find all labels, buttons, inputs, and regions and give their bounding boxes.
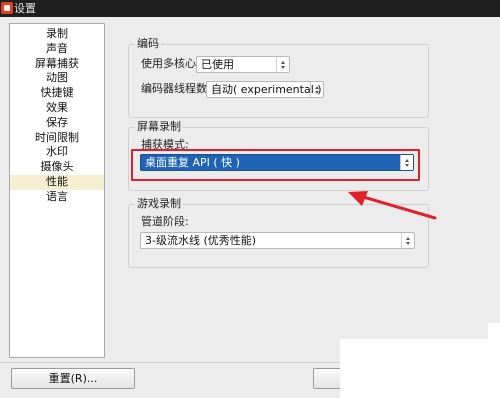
encoder-threads-value: 自动( experimental ) [211,83,322,96]
encoder-threads-select[interactable]: 自动( experimental ) [206,81,324,98]
chevron-updown-icon [401,233,414,248]
multicore-value: 已使用 [201,58,234,71]
sidebar-item-record[interactable]: 录制 [10,27,104,42]
sidebar-item-webcam[interactable]: 摄像头 [10,160,104,175]
sidebar-item-watermark[interactable]: 水印 [10,145,104,160]
sidebar-item-time-limit[interactable]: 时间限制 [10,131,104,146]
screen-recording-group-title: 屏幕录制 [135,120,183,134]
background-corner [488,323,500,339]
chevron-updown-icon [310,82,323,97]
pipeline-stage-select[interactable]: 3-级流水线 (优秀性能) [140,232,415,249]
window-title: 设置 [14,2,36,15]
chevron-updown-icon [276,57,289,72]
capture-mode-highlight-box [131,149,420,181]
sidebar-item-performance[interactable]: 性能 [10,174,104,190]
app-icon [1,2,13,14]
annotation-arrow-icon [348,191,437,220]
encoder-threads-label: 编码器线程数: [141,82,211,95]
sidebar-item-language[interactable]: 语言 [10,190,104,205]
sidebar-item-effects[interactable]: 效果 [10,101,104,116]
reset-button[interactable]: 重置(R)... [11,368,135,389]
encoding-group-title: 编码 [135,37,161,51]
background-corner [340,339,500,398]
sidebar-item-screen-capture[interactable]: 屏幕捕获 [10,57,104,72]
multicore-label: 使用多核心: [141,57,200,70]
sidebar-item-audio[interactable]: 声音 [10,42,104,57]
title-bar: 设置 [0,0,500,17]
pipeline-stage-label: 管道阶段: [141,215,189,228]
multicore-select[interactable]: 已使用 [196,56,290,73]
sidebar-item-save[interactable]: 保存 [10,116,104,131]
sidebar-item-gif[interactable]: 动图 [10,71,104,86]
game-recording-group-title: 游戏录制 [135,197,183,211]
sidebar-item-hotkeys[interactable]: 快捷键 [10,86,104,101]
settings-category-list[interactable]: 录制 声音 屏幕捕获 动图 快捷键 效果 保存 时间限制 水印 摄像头 性能 语… [9,23,105,358]
pipeline-stage-value: 3-级流水线 (优秀性能) [145,234,257,247]
